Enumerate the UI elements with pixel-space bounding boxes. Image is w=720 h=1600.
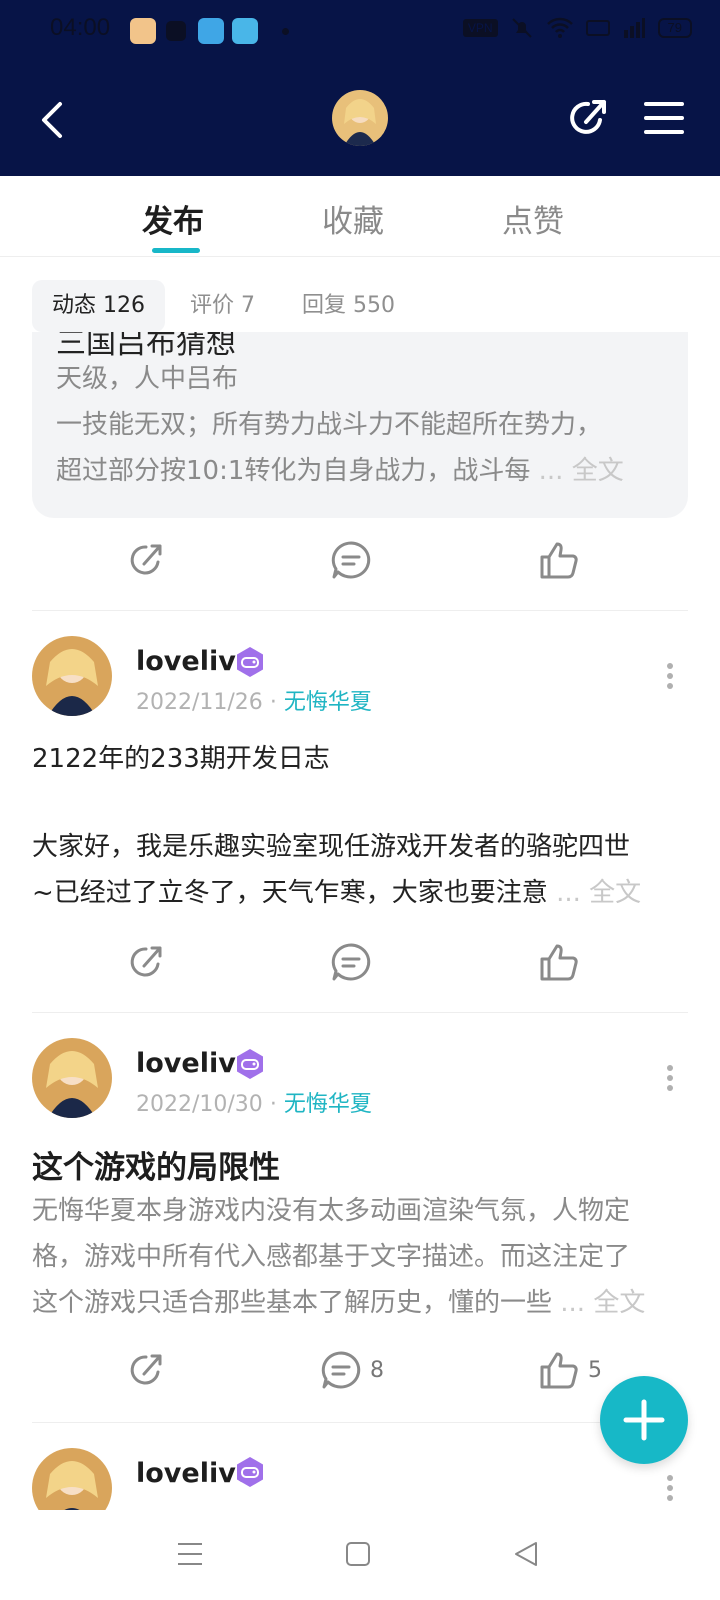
tab-bar: 发布 收藏 点赞 <box>0 176 720 257</box>
post-card[interactable]: 三国吕布猜想 天级，人中吕布 一技能无双；所有势力战斗力不能超所在势力， 超过部… <box>32 332 688 518</box>
subtab-moments[interactable]: 动态 126 <box>32 280 165 332</box>
comment-icon <box>321 1351 361 1389</box>
profile-header <box>0 64 720 176</box>
comment-icon <box>331 943 371 981</box>
comment-icon <box>331 541 371 579</box>
more-options-icon[interactable] <box>664 1474 676 1504</box>
gamer-badge-icon <box>237 647 263 677</box>
vpn-badge: VPN <box>462 19 498 37</box>
battery-indicator: 79 <box>657 18 692 38</box>
tab-indicator <box>152 248 200 253</box>
post-actions <box>0 932 720 992</box>
system-nav-bar <box>0 1510 720 1600</box>
header-avatar[interactable] <box>332 90 388 146</box>
mute-bell-icon <box>511 18 532 38</box>
status-right: VPN 79 <box>462 16 692 40</box>
share-action[interactable] <box>126 530 166 590</box>
telegram-app-icon <box>198 18 224 44</box>
status-bar: 04:00 VPN 79 <box>0 0 720 64</box>
comment-action[interactable]: 8 <box>320 1340 384 1400</box>
share-icon <box>130 544 162 575</box>
post-title: 这个游戏的局限性 <box>32 1150 280 1186</box>
thumbs-up-icon <box>540 1352 578 1389</box>
divider <box>32 610 688 611</box>
avatar[interactable] <box>32 1038 112 1118</box>
divider <box>32 1012 688 1013</box>
share-icon <box>570 100 606 134</box>
share-icon <box>130 946 162 977</box>
comment-count: 8 <box>370 1357 384 1383</box>
thumbs-up-icon <box>540 542 578 579</box>
status-time: 04:00 <box>50 14 111 41</box>
avatar-app-icon <box>130 18 156 44</box>
tv-app-icon <box>166 21 186 41</box>
tab-likes[interactable]: 点赞 <box>502 196 564 241</box>
plus-icon <box>623 1399 665 1441</box>
card-line: 天级，人中吕布 <box>56 364 239 394</box>
post-text-line: 大家好，我是乐趣实验室现任游戏开发者的骆驼四世 <box>32 832 631 862</box>
subtab-reviews[interactable]: 评价 7 <box>190 280 255 332</box>
share-icon <box>130 1354 162 1385</box>
subtab-replies[interactable]: 回复 550 <box>302 280 395 332</box>
menu-icon <box>644 102 684 134</box>
thumbs-up-icon <box>540 944 578 981</box>
more-options-icon[interactable] <box>664 662 676 692</box>
post-text-line: 格，游戏中所有代入感都基于文字描述。而这注定了 <box>32 1242 631 1272</box>
post-meta: 2022/10/30 · 无悔华夏 <box>136 1092 372 1117</box>
full-text-link[interactable]: ... 全文 <box>539 456 624 486</box>
post-text-line: 这个游戏只适合那些基本了解历史，懂的一些 ... 全文 <box>32 1288 646 1318</box>
post-date: 2022/11/26 <box>136 690 263 715</box>
back-arrow-icon <box>42 102 62 138</box>
full-text-link[interactable]: ... 全文 <box>556 878 641 908</box>
wifi-icon <box>546 17 573 38</box>
card-line: 超过部分按10:1转化为自身战力，战斗每 ... 全文 <box>56 456 624 486</box>
post-date: 2022/10/30 <box>136 1092 263 1117</box>
share-action[interactable] <box>126 932 166 992</box>
create-post-button[interactable] <box>600 1376 688 1464</box>
menu-button[interactable] <box>644 100 684 136</box>
like-action[interactable] <box>538 530 580 590</box>
home-icon[interactable] <box>344 1540 372 1568</box>
post-title: 2122年的233期开发日志 <box>32 744 330 774</box>
share-action[interactable] <box>126 1340 166 1400</box>
share-button[interactable] <box>566 96 610 140</box>
game-link[interactable]: 无悔华夏 <box>284 690 372 715</box>
post-meta: 2022/11/26 · 无悔华夏 <box>136 690 372 715</box>
tab-publish[interactable]: 发布 <box>142 196 204 241</box>
avatar[interactable] <box>32 1448 112 1510</box>
comment-action[interactable] <box>330 530 372 590</box>
post-actions <box>0 530 720 590</box>
full-text-link[interactable]: ... 全文 <box>560 1288 645 1318</box>
comment-action[interactable] <box>330 932 372 992</box>
avatar[interactable] <box>32 636 112 716</box>
gamer-badge-icon <box>237 1457 263 1487</box>
sub-tab-bar: 动态 126 评价 7 回复 550 <box>32 280 692 332</box>
more-options-icon[interactable] <box>664 1064 676 1094</box>
game-link[interactable]: 无悔华夏 <box>284 1092 372 1117</box>
back-nav-icon[interactable] <box>512 1540 540 1568</box>
translate-app-icon <box>232 18 258 44</box>
card-line: 一技能无双；所有势力战斗力不能超所在势力， <box>56 410 603 440</box>
like-action[interactable]: 5 <box>538 1340 602 1400</box>
tab-favorites[interactable]: 收藏 <box>322 196 384 241</box>
post-text-line: ~已经过了立冬了，天气乍寒，大家也要注意 ... 全文 <box>32 878 642 908</box>
hd-icon <box>585 20 610 36</box>
recents-icon[interactable] <box>176 1540 204 1568</box>
gamer-badge-icon <box>237 1049 263 1079</box>
like-action[interactable] <box>538 932 580 992</box>
post-text-line: 无悔华夏本身游戏内没有太多动画渲染气氛，人物定 <box>32 1196 631 1226</box>
divider <box>32 1422 688 1423</box>
back-button[interactable] <box>34 96 74 144</box>
notification-dot-icon <box>282 28 289 35</box>
signal-icon <box>623 18 645 38</box>
